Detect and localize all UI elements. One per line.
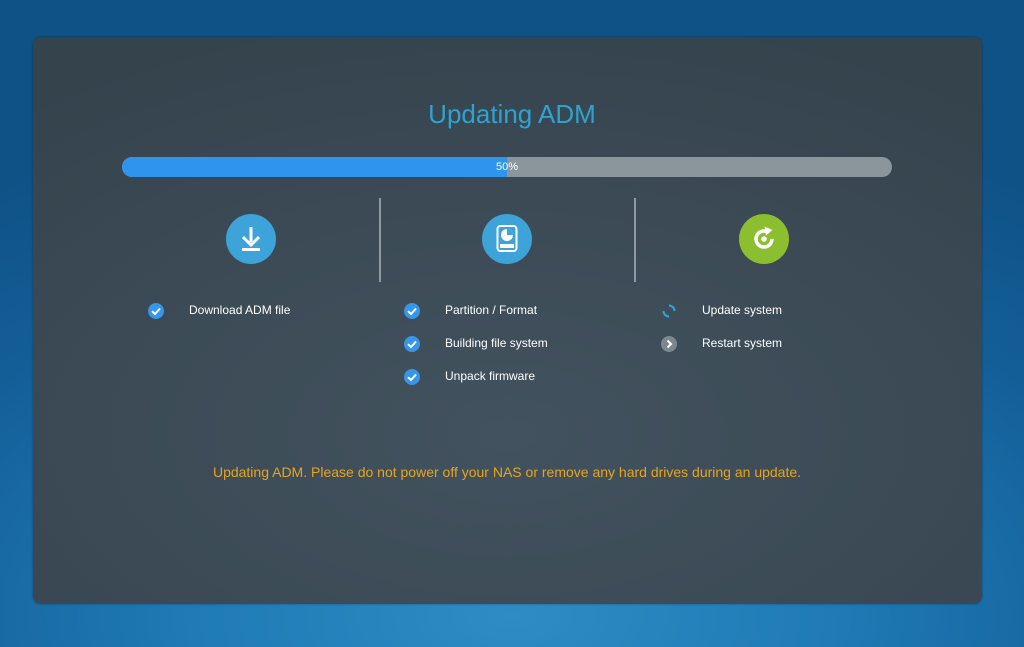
step-label: Download ADM file bbox=[189, 303, 291, 317]
step-label: Unpack firmware bbox=[445, 369, 536, 383]
check-icon bbox=[403, 335, 421, 353]
download-icon bbox=[226, 214, 276, 264]
step-label: Update system bbox=[702, 303, 783, 317]
check-icon bbox=[147, 302, 165, 320]
warning-message: Updating ADM. Please do not power off yo… bbox=[212, 464, 802, 480]
page-title: Updating ADM bbox=[428, 99, 596, 129]
step-label: Partition / Format bbox=[445, 303, 538, 317]
check-icon bbox=[403, 368, 421, 386]
check-icon bbox=[403, 302, 421, 320]
progress-bar: 50% bbox=[122, 157, 892, 177]
step-label: Restart system bbox=[702, 336, 783, 350]
progress-label: 50% bbox=[495, 161, 519, 173]
refresh-icon bbox=[739, 214, 789, 264]
stage-divider bbox=[379, 198, 381, 282]
stage-divider bbox=[634, 198, 636, 282]
chevron-right-icon bbox=[660, 335, 678, 353]
hard-drive-icon bbox=[482, 214, 532, 264]
spinner-icon bbox=[660, 302, 678, 320]
step-label: Building file system bbox=[445, 336, 548, 350]
